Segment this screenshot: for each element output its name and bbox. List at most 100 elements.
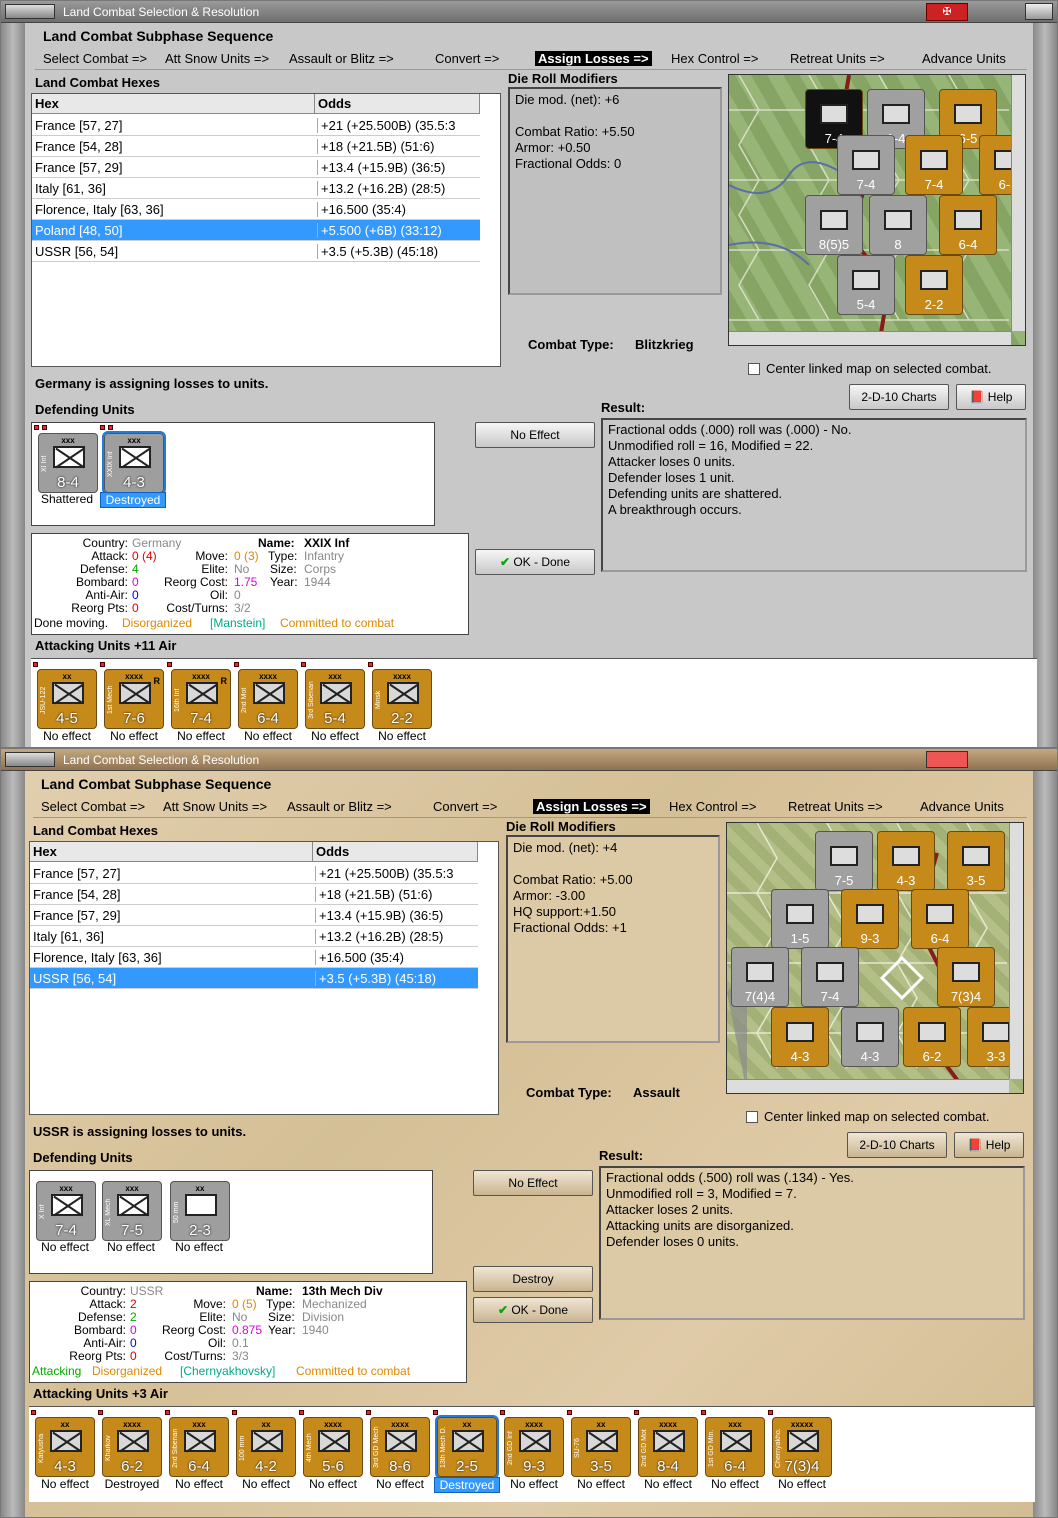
attacking-unit-counter[interactable]: xxxx 2nd GD Inf 9-3	[504, 1417, 564, 1477]
attacking-unit-counter[interactable]: xxxx 3rd GD Mech 8-6	[370, 1417, 430, 1477]
table-row[interactable]: France [54, 28] +18 (+21.5B) (51:6)	[32, 136, 480, 157]
attacking-unit-counter[interactable]: xxxx 1st Mech R 7-6	[104, 669, 164, 729]
attacking-unit-counter[interactable]: xx Katyusha 4-3	[35, 1417, 95, 1477]
attacking-unit-counter[interactable]: xx SU-76 3-5	[571, 1417, 631, 1477]
map-unit[interactable]: 7(3)4	[937, 947, 995, 1007]
help-button[interactable]: 📕 Help	[954, 1132, 1024, 1158]
attacking-unit-counter[interactable]: xxxx Minsk 2-2	[372, 669, 432, 729]
unit-counter[interactable]: xx 50 mm 2-3	[170, 1181, 230, 1241]
help-button[interactable]: 📕 Help	[956, 384, 1026, 410]
step-convert[interactable]: Convert =>	[433, 799, 497, 814]
window-menu-icon[interactable]	[5, 752, 55, 767]
no-effect-button[interactable]: No Effect	[473, 1170, 593, 1196]
close-button[interactable]	[1025, 3, 1053, 20]
table-row[interactable]: France [57, 29] +13.4 (+15.9B) (36:5)	[30, 905, 478, 926]
step-assign-losses[interactable]: Assign Losses =>	[533, 799, 650, 814]
map-unit[interactable]: 7-4	[905, 135, 963, 195]
attacking-unit-counter[interactable]: xxx 2nd Siberian 6-4	[169, 1417, 229, 1477]
step-assign-losses[interactable]: Assign Losses =>	[535, 51, 652, 66]
table-row[interactable]: France [57, 29] +13.4 (+15.9B) (36:5)	[32, 157, 480, 178]
step-advance-units[interactable]: Advance Units	[922, 51, 1006, 66]
ok-done-button[interactable]: ✔ OK - Done	[475, 549, 595, 575]
linked-map[interactable]: 7-5 4-3 3-5 1-5 9-3 6-4 7(4)4 7-4 7(3)4 …	[726, 822, 1024, 1094]
map-unit[interactable]: 8	[869, 195, 927, 255]
map-unit[interactable]: 1-5	[771, 889, 829, 949]
center-map-checkbox[interactable]	[746, 1111, 758, 1123]
attacking-unit-counter[interactable]: xx 13th Mech D. 2-5	[435, 1415, 499, 1479]
charts-button[interactable]: 2-D-10 Charts	[849, 384, 949, 410]
table-row[interactable]: France [57, 27] +21 (+25.500B) (35.5:3	[32, 115, 480, 136]
destroy-button[interactable]: Destroy	[473, 1266, 593, 1292]
close-button[interactable]	[926, 751, 968, 768]
map-horizontal-scrollbar[interactable]	[727, 1079, 1009, 1093]
map-unit[interactable]: 5-4	[837, 255, 895, 315]
step-select-combat[interactable]: Select Combat =>	[43, 51, 147, 66]
table-row[interactable]: Italy [61, 36] +13.2 (+16.2B) (28:5)	[32, 178, 480, 199]
map-unit[interactable]: 7(4)4	[731, 947, 789, 1007]
map-unit[interactable]: 6-2	[903, 1007, 961, 1067]
map-unit[interactable]: 4-3	[877, 831, 935, 891]
step-hex-control[interactable]: Hex Control =>	[669, 799, 756, 814]
table-row[interactable]: France [54, 28] +18 (+21.5B) (51:6)	[30, 884, 478, 905]
map-unit[interactable]: 7-5	[815, 831, 873, 891]
table-row[interactable]: USSR [56, 54] +3.5 (+5.3B) (45:18)	[32, 241, 480, 262]
unit-strength: 2-2	[391, 710, 413, 727]
step-att-snow-units[interactable]: Att Snow Units =>	[163, 799, 267, 814]
unit-counter-selected[interactable]: xxx XXIX Inf 4-3	[102, 431, 166, 495]
map-unit[interactable]: 3-5	[947, 831, 1005, 891]
map-vertical-scrollbar[interactable]	[1011, 75, 1025, 331]
map-horizontal-scrollbar[interactable]	[729, 331, 1011, 345]
step-att-snow-units[interactable]: Att Snow Units =>	[165, 51, 269, 66]
attacking-unit-counter[interactable]: xxx 1st GD Mtn. 6-4	[705, 1417, 765, 1477]
ok-done-button[interactable]: ✔ OK - Done	[473, 1297, 593, 1323]
attacking-unit-counter[interactable]: xx JSU-122 4-5	[37, 669, 97, 729]
step-assault-or-blitz[interactable]: Assault or Blitz =>	[289, 51, 394, 66]
charts-button[interactable]: 2-D-10 Charts	[847, 1132, 947, 1158]
attacking-unit-counter[interactable]: xxxx Kharkov 6-2	[102, 1417, 162, 1477]
attacking-unit-counter[interactable]: xxxx 2nd GD Mot 8-4	[638, 1417, 698, 1477]
attacking-unit-counter[interactable]: xxxx 4th Mech 5-6	[303, 1417, 363, 1477]
attacking-unit-counter[interactable]: xxx 3rd Siberian 5-4	[305, 669, 365, 729]
map-unit[interactable]: 4-3	[771, 1007, 829, 1067]
linked-map[interactable]: 7-4 1-4 6-5 7-4 7-4 6-3 8(5)5 8 6-4 5-4 …	[728, 74, 1026, 346]
attacking-unit-counter[interactable]: xxxxx Chernyakho. 7(3)4	[772, 1417, 832, 1477]
attacking-unit-counter[interactable]: xx 100 mm 4-2	[236, 1417, 296, 1477]
table-row-selected[interactable]: Poland [48, 50] +5.500 (+6B) (33:12)	[32, 220, 480, 241]
map-unit[interactable]: 7-4	[801, 947, 859, 1007]
step-retreat-units[interactable]: Retreat Units =>	[788, 799, 883, 814]
unit-counter[interactable]: xxx XL Mech 7-5	[102, 1181, 162, 1241]
map-unit[interactable]: 7-4	[837, 135, 895, 195]
table-row-selected[interactable]: USSR [56, 54] +3.5 (+5.3B) (45:18)	[30, 968, 478, 989]
column-odds[interactable]: Odds	[313, 842, 478, 862]
map-vertical-scrollbar[interactable]	[1009, 823, 1023, 1079]
map-unit[interactable]: 9-3	[841, 889, 899, 949]
table-row[interactable]: France [57, 27] +21 (+25.500B) (35.5:3	[30, 863, 478, 884]
map-unit[interactable]: 8(5)5	[805, 195, 863, 255]
step-select-combat[interactable]: Select Combat =>	[41, 799, 145, 814]
unit-counter[interactable]: xxx X Inf 7-4	[36, 1181, 96, 1241]
table-row[interactable]: Florence, Italy [63, 36] +16.500 (35:4)	[32, 199, 480, 220]
step-assault-or-blitz[interactable]: Assault or Blitz =>	[287, 799, 392, 814]
map-unit[interactable]: 2-2	[905, 255, 963, 315]
map-unit[interactable]: 6-4	[911, 889, 969, 949]
column-odds[interactable]: Odds	[315, 94, 480, 114]
table-row[interactable]: Florence, Italy [63, 36] +16.500 (35:4)	[30, 947, 478, 968]
column-hex[interactable]: Hex	[30, 842, 313, 862]
step-advance-units[interactable]: Advance Units	[920, 799, 1004, 814]
map-unit[interactable]: 4-3	[841, 1007, 899, 1067]
window-menu-icon[interactable]	[5, 4, 55, 19]
attacking-unit-counter[interactable]: xxxx 16th Inf R 7-4	[171, 669, 231, 729]
center-map-checkbox[interactable]	[748, 363, 760, 375]
status-attacking: Attacking	[32, 1364, 82, 1378]
unit-type-icon	[186, 682, 218, 704]
column-hex[interactable]: Hex	[32, 94, 315, 114]
attacking-unit-counter[interactable]: xxxx 2nd Mot 6-4	[238, 669, 298, 729]
reserve-marker: R	[153, 676, 161, 686]
no-effect-button[interactable]: No Effect	[475, 422, 595, 448]
unit-counter[interactable]: xxx XI Inf 8-4	[38, 433, 98, 493]
map-unit[interactable]: 6-4	[939, 195, 997, 255]
step-convert[interactable]: Convert =>	[435, 51, 499, 66]
step-hex-control[interactable]: Hex Control =>	[671, 51, 758, 66]
step-retreat-units[interactable]: Retreat Units =>	[790, 51, 885, 66]
table-row[interactable]: Italy [61, 36] +13.2 (+16.2B) (28:5)	[30, 926, 478, 947]
